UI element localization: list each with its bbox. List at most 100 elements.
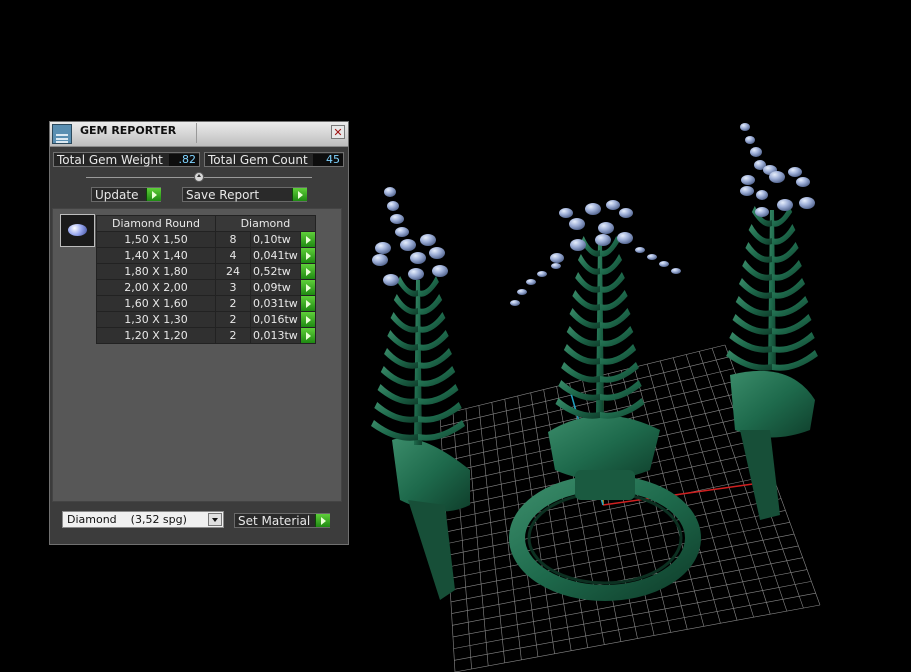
diamond-gem [570, 239, 586, 251]
metal-leaf [393, 294, 418, 315]
metal-leaf [418, 330, 449, 351]
gem-count: 4 [215, 247, 251, 264]
diamond-gem [526, 279, 536, 285]
metal-leaf [772, 242, 799, 263]
gem-stones [372, 123, 815, 306]
green-arrow-icon [315, 514, 330, 527]
green-arrow-icon [300, 264, 315, 279]
diamond-gem [598, 222, 614, 234]
diamond-gem [756, 190, 768, 200]
metal-leaf [418, 348, 452, 369]
gem-size: 2,00 X 2,00 [96, 279, 216, 296]
row-select-button[interactable] [299, 295, 316, 312]
metal-leaf [374, 402, 418, 423]
diamond-gem [777, 199, 793, 211]
diamond-gem [429, 247, 445, 259]
save-report-button[interactable]: Save Report [182, 187, 307, 202]
material-select-value: Diamond (3,52 spg) [67, 513, 187, 526]
grid-line [454, 592, 816, 661]
row-select-button[interactable] [299, 311, 316, 328]
diamond-gem [671, 268, 681, 274]
gem-weight: 0,031tw [250, 295, 301, 312]
column-header-material: Diamond [215, 215, 316, 232]
table-row: 1,30 X 1,30 2 0,016tw [96, 311, 316, 328]
jewelry-model[interactable] [370, 123, 818, 601]
metal-leaf [745, 242, 772, 263]
gem-thumbnail[interactable] [60, 214, 95, 247]
metal-leaf [600, 308, 631, 329]
diamond-gem [769, 171, 785, 183]
table-row: 1,50 X 1,50 8 0,10tw [96, 231, 316, 248]
diamond-gem [383, 274, 399, 286]
diamond-gem [432, 265, 448, 277]
right-ring-shank [730, 370, 815, 438]
row-select-button[interactable] [299, 263, 316, 280]
diamond-gem [384, 187, 396, 197]
green-arrow-icon [300, 312, 315, 327]
diamond-gem [659, 261, 669, 267]
metal-leaf [600, 326, 634, 347]
grid-line [454, 604, 821, 672]
close-button[interactable]: ✕ [331, 125, 345, 139]
diamond-gem [788, 167, 802, 177]
gem-size: 1,40 X 1,40 [96, 247, 216, 264]
total-gem-count-label: Total Gem Count [208, 153, 308, 167]
gem-weight: 0,013tw [250, 327, 301, 344]
material-select[interactable]: Diamond (3,52 spg) [62, 511, 224, 528]
gem-count: 2 [215, 311, 251, 328]
metal-leaf [577, 254, 600, 275]
gem-size: 1,80 X 1,80 [96, 263, 216, 280]
metal-leaf [600, 290, 628, 311]
total-gem-weight: Total Gem Weight .82 [53, 152, 200, 167]
gem-count: 2 [215, 327, 251, 344]
metal-leaf [742, 260, 772, 281]
diamond-gem [799, 197, 815, 209]
diamond-gem [375, 242, 391, 254]
diamond-gem [647, 254, 657, 260]
diamond-gem [740, 186, 754, 196]
metal-leaf [735, 296, 772, 317]
chevron-down-icon[interactable] [208, 513, 222, 526]
window-titlebar[interactable]: GEM REPORTER ✕ [50, 122, 348, 147]
metal-leaf [561, 362, 600, 383]
save-report-button-label: Save Report [186, 188, 260, 202]
green-arrow-icon [292, 188, 307, 201]
row-select-button[interactable] [299, 279, 316, 296]
diamond-gem [617, 232, 633, 244]
row-select-button[interactable] [299, 247, 316, 264]
green-arrow-icon [300, 296, 315, 311]
slider-handle[interactable] [194, 172, 204, 182]
metal-leaf [384, 348, 418, 369]
set-material-button-label: Set Material [238, 514, 311, 528]
update-button[interactable]: Update [91, 187, 161, 202]
column-header-shape: Diamond Round [96, 215, 216, 232]
metal-leaf [772, 296, 809, 317]
gem-count: 8 [215, 231, 251, 248]
metal-leaf [572, 290, 600, 311]
total-gem-count: Total Gem Count 45 [204, 152, 344, 167]
metal-leaf [418, 276, 439, 297]
metal-leaf [418, 420, 466, 441]
metal-leaf [600, 362, 639, 383]
diamond-gem [551, 263, 561, 269]
row-select-button[interactable] [299, 231, 316, 248]
metal-leaf [377, 384, 418, 405]
gem-table-area: Diamond Round Diamond 1,50 X 1,50 8 0,10tw… [52, 208, 342, 502]
gem-weight: 0,041tw [250, 247, 301, 264]
gem-size: 1,30 X 1,30 [96, 311, 216, 328]
diamond-gem [745, 136, 755, 144]
table-row: 1,40 X 1,40 4 0,041tw [96, 247, 316, 264]
metal-leaf [418, 366, 456, 387]
update-button-label: Update [95, 188, 139, 202]
metal-leaf [738, 278, 772, 299]
total-gem-count-value: 45 [313, 154, 343, 166]
gem-count: 3 [215, 279, 251, 296]
diamond-gem [517, 289, 527, 295]
gem-reporter-icon [52, 124, 72, 144]
diamond-gem [510, 300, 520, 306]
row-select-button[interactable] [299, 327, 316, 344]
table-row: 1,80 X 1,80 24 0,52tw [96, 263, 316, 280]
diamond-gem [395, 227, 409, 237]
set-material-button[interactable]: Set Material [234, 513, 330, 528]
green-arrow-icon [300, 248, 315, 263]
